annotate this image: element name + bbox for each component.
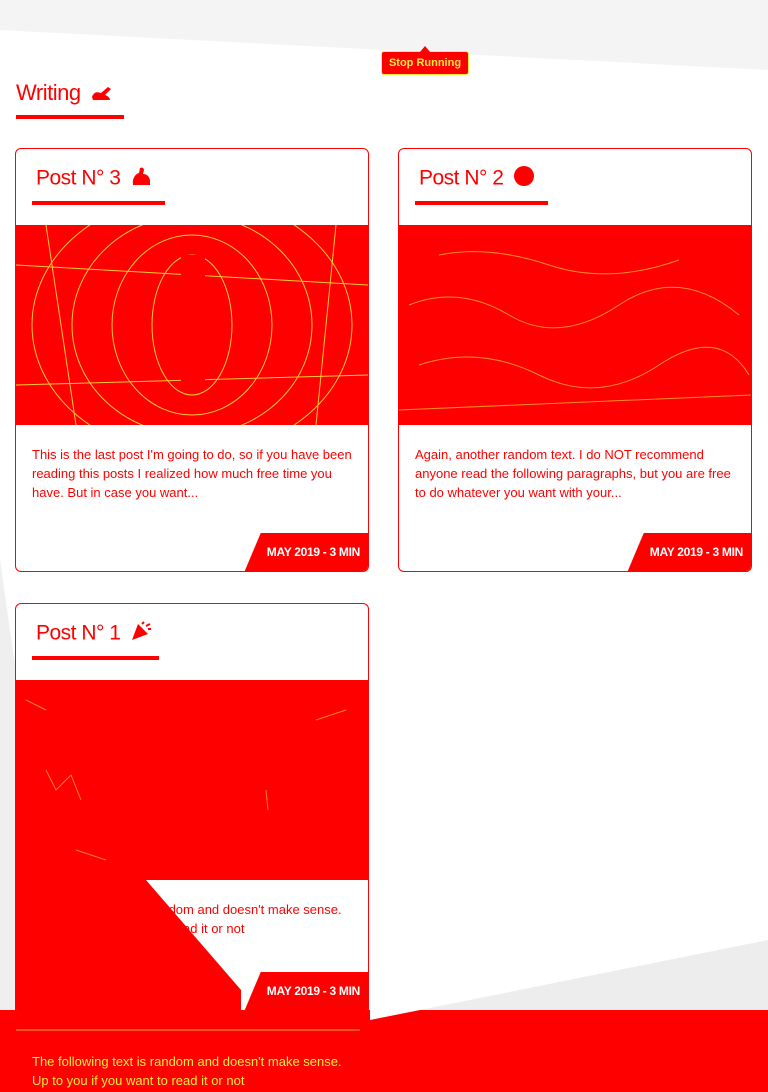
section-underline xyxy=(16,115,124,119)
post-title[interactable]: Post N° 2 xyxy=(419,165,535,193)
post-excerpt: Again, another random text. I do NOT rec… xyxy=(415,447,731,500)
post-card-2[interactable]: Post N° 2 Again, another random text. I … xyxy=(398,148,752,572)
post-title-text: Post N° 3 xyxy=(36,166,121,190)
post-title-underline xyxy=(415,201,548,205)
ghost-excerpt: The following text is random and doesn't… xyxy=(32,1054,342,1088)
post-title-underline xyxy=(32,201,165,205)
post-excerpt: The following text is random and doesn't… xyxy=(32,902,342,936)
post-meta: MAY 2019 - 3 MIN xyxy=(244,972,368,1010)
post-title[interactable]: Post N° 1 xyxy=(36,620,152,648)
section-title-text: Writing xyxy=(16,80,81,105)
post-title[interactable]: Post N° 3 xyxy=(36,165,152,193)
post-excerpt: This is the last post I'm going to do, s… xyxy=(32,447,352,500)
stop-running-button[interactable]: Stop Running xyxy=(381,46,469,75)
post-image[interactable] xyxy=(399,225,751,425)
post-title-text: Post N° 2 xyxy=(419,166,504,190)
page: Stop Running Writing Post N° 3 This is t… xyxy=(0,0,768,1092)
post-card-1[interactable]: Post N° 1 The following text is random a… xyxy=(15,603,369,1015)
post-meta: MAY 2019 - 3 MIN xyxy=(627,533,751,571)
post-card-3[interactable]: Post N° 3 This is the last post I'm goin… xyxy=(15,148,369,572)
circle-outline-icon xyxy=(36,944,50,958)
post-meta: MAY 2019 - 3 MIN xyxy=(244,533,368,571)
party-popper-icon xyxy=(130,620,152,648)
red-circle-icon xyxy=(513,165,535,193)
post-image[interactable] xyxy=(16,680,368,880)
post-title-underline xyxy=(32,656,159,660)
writing-hand-icon xyxy=(90,81,114,107)
flexed-arm-icon xyxy=(130,165,152,193)
post-image[interactable] xyxy=(16,225,368,425)
section-title: Writing xyxy=(16,80,114,107)
post-title-text: Post N° 1 xyxy=(36,621,121,645)
